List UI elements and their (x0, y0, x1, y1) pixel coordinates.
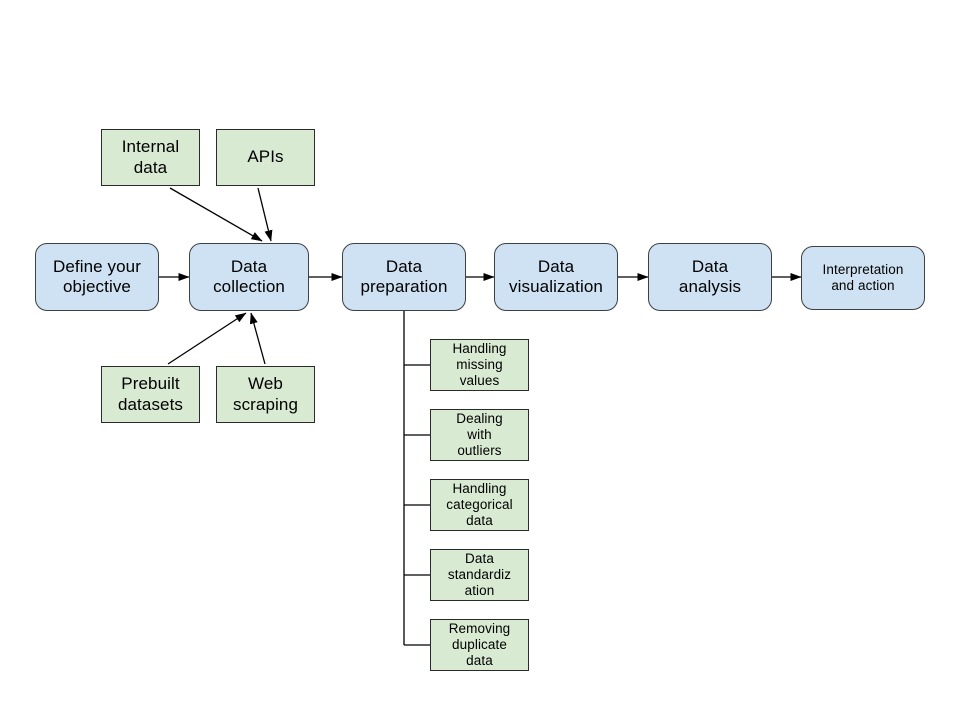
arrow-apis-to-collection (257, 187, 273, 242)
substep-node-dealing-with-outliers[interactable]: Dealing with outliers (430, 409, 529, 461)
source-node-web-scraping[interactable]: Web scraping (216, 366, 315, 423)
arrow-internal-data-to-collection (169, 187, 263, 242)
node-label: Data standardiz ation (447, 551, 512, 598)
node-label: APIs (247, 147, 284, 167)
arrow-prebuilt-datasets-to-collection (167, 312, 247, 365)
substep-node-removing-duplicate-data[interactable]: Removing duplicate data (430, 619, 529, 671)
process-node-collection[interactable]: Data collection (189, 243, 309, 311)
source-node-internal-data[interactable]: Internal data (101, 129, 200, 186)
substep-tree-connector (403, 311, 430, 646)
process-node-interpretation[interactable]: Interpretation and action (801, 246, 925, 310)
node-label: Dealing with outliers (456, 411, 503, 458)
process-node-analysis[interactable]: Data analysis (648, 243, 772, 311)
node-label: Data visualization (509, 256, 603, 296)
node-label: Data preparation (360, 256, 448, 296)
node-label: Interpretation and action (822, 262, 904, 293)
node-label: Handling categorical data (446, 481, 513, 528)
node-label: Prebuilt datasets (117, 374, 184, 414)
process-node-visualization[interactable]: Data visualization (494, 243, 618, 311)
node-label: Data collection (213, 256, 285, 296)
substep-node-data-standardization[interactable]: Data standardiz ation (430, 549, 529, 601)
node-label: Define your objective (52, 256, 142, 296)
node-label: Web scraping (232, 374, 299, 414)
substep-node-handling-missing-values[interactable]: Handling missing values (430, 339, 529, 391)
substep-node-handling-categorical-data[interactable]: Handling categorical data (430, 479, 529, 531)
source-node-apis[interactable]: APIs (216, 129, 315, 186)
node-label: Data analysis (678, 256, 742, 296)
arrow-web-scraping-to-collection (249, 312, 266, 365)
node-label: Handling missing values (452, 341, 507, 388)
flowchart-diagram: Define your objective Data collection Data… (0, 0, 960, 720)
node-label: Removing duplicate data (448, 621, 511, 668)
process-node-preparation[interactable]: Data preparation (342, 243, 466, 311)
process-node-objective[interactable]: Define your objective (35, 243, 159, 311)
node-label: Internal data (121, 137, 180, 177)
source-node-prebuilt-datasets[interactable]: Prebuilt datasets (101, 366, 200, 423)
